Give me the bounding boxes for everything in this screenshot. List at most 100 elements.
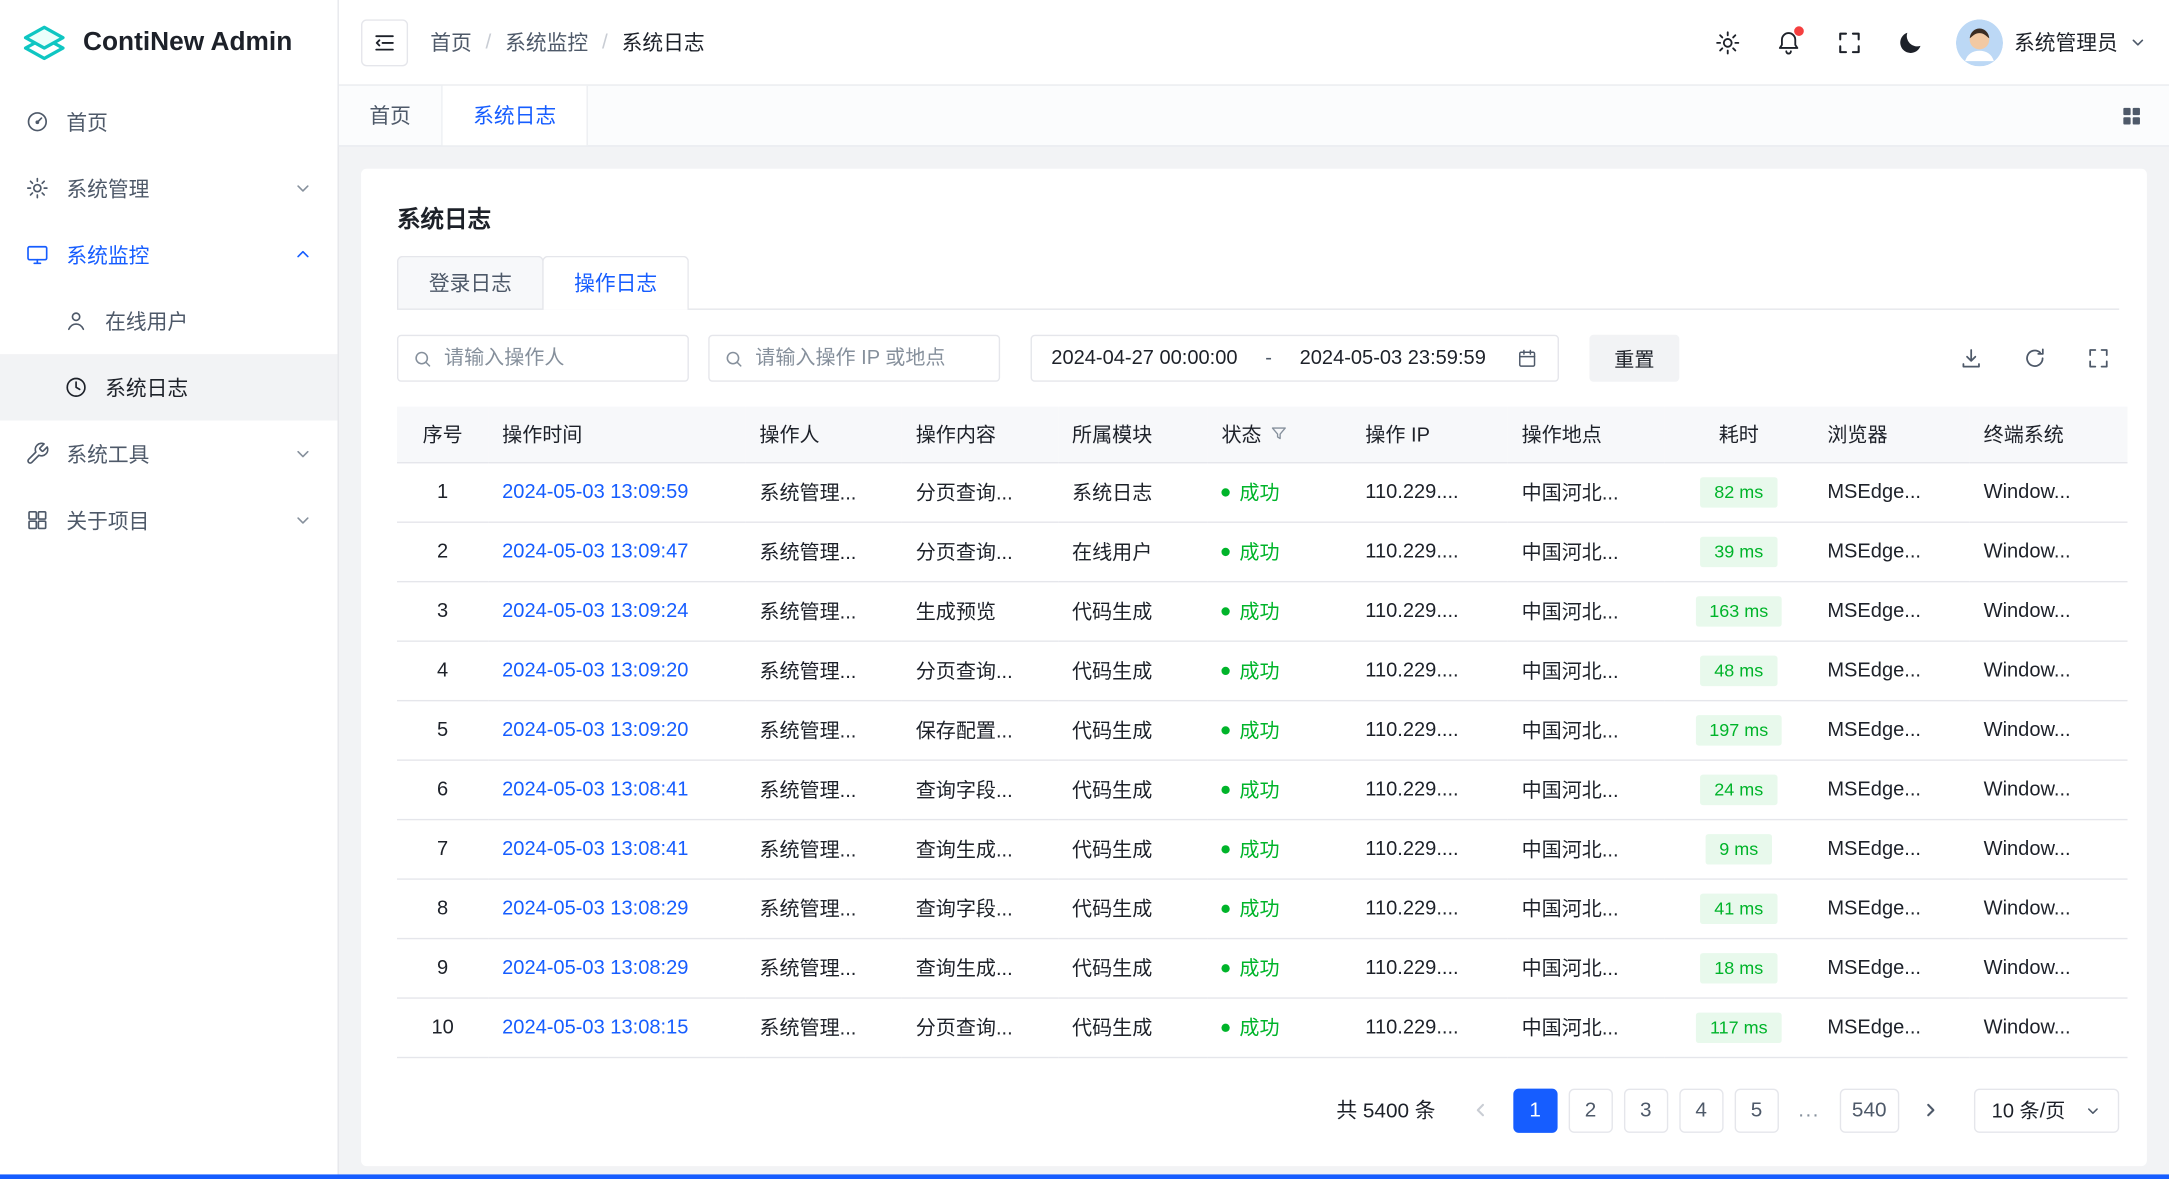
cell-duration: 82 ms xyxy=(1664,462,1813,521)
settings-icon[interactable] xyxy=(1712,27,1742,57)
app-title: ContiNew Admin xyxy=(83,28,292,58)
time-link[interactable]: 2024-05-03 13:08:15 xyxy=(502,1016,688,1038)
sidebar-item-system-management[interactable]: 系统管理 xyxy=(0,155,338,221)
time-link[interactable]: 2024-05-03 13:08:41 xyxy=(502,778,688,800)
cell-no: 1 xyxy=(397,462,488,521)
expand-icon[interactable] xyxy=(2078,338,2119,379)
sidebar-item-home[interactable]: 首页 xyxy=(0,89,338,155)
sidebar-item-online-users[interactable]: 在线用户 xyxy=(0,288,338,354)
sidebar-item-system-logs[interactable]: 系统日志 xyxy=(0,354,338,420)
time-link[interactable]: 2024-05-03 13:09:59 xyxy=(502,481,688,503)
cell-operator: 系统管理... xyxy=(746,997,902,1056)
pagination-ellipsis[interactable]: ... xyxy=(1790,1088,1829,1132)
cell-os: Window... xyxy=(1970,819,2128,878)
app-logo[interactable]: ContiNew Admin xyxy=(0,0,338,86)
time-link[interactable]: 2024-05-03 13:08:29 xyxy=(502,897,688,919)
sidebar-collapse-button[interactable] xyxy=(361,19,408,66)
cell-operator: 系统管理... xyxy=(746,522,902,581)
cell-ip: 110.229.... xyxy=(1351,522,1507,581)
cell-module: 代码生成 xyxy=(1058,759,1207,818)
cell-duration: 48 ms xyxy=(1664,640,1813,699)
pagination-page-3[interactable]: 3 xyxy=(1624,1088,1668,1132)
time-link[interactable]: 2024-05-03 13:09:20 xyxy=(502,659,688,681)
cell-browser: MSEdge... xyxy=(1813,522,1969,581)
status-badge: 成功 xyxy=(1221,477,1279,506)
cell-status: 成功 xyxy=(1208,462,1352,521)
operator-search-input[interactable] xyxy=(444,347,674,369)
date-range-picker[interactable]: 2024-04-27 00:00:00 - 2024-05-03 23:59:5… xyxy=(1031,335,1559,382)
fullscreen-icon[interactable] xyxy=(1834,27,1864,57)
cell-location: 中国河北... xyxy=(1508,878,1664,937)
time-link[interactable]: 2024-05-03 13:08:29 xyxy=(502,957,688,979)
page-tabbar: 首页 系统日志 xyxy=(339,86,2169,147)
pagination-prev-button[interactable] xyxy=(1460,1088,1501,1132)
sidebar-item-system-monitor[interactable]: 系统监控 xyxy=(0,221,338,287)
cell-browser: MSEdge... xyxy=(1813,997,1969,1056)
search-icon xyxy=(723,348,744,369)
breadcrumb-separator: / xyxy=(602,30,608,54)
page-size-select[interactable]: 10 条/页 xyxy=(1974,1088,2120,1132)
cell-status: 成功 xyxy=(1208,640,1352,699)
filter-funnel-icon[interactable] xyxy=(1270,425,1288,443)
ip-search-field[interactable] xyxy=(708,335,1000,382)
ip-search-input[interactable] xyxy=(755,347,985,369)
download-icon[interactable] xyxy=(1950,338,1991,379)
refresh-icon[interactable] xyxy=(2014,338,2055,379)
cell-time: 2024-05-03 13:08:41 xyxy=(488,819,745,878)
cell-location: 中国河北... xyxy=(1508,522,1664,581)
pagination-page-2[interactable]: 2 xyxy=(1568,1088,1612,1132)
notifications-icon[interactable] xyxy=(1773,27,1803,57)
sidebar-item-label: 在线用户 xyxy=(105,306,188,335)
col-operator: 操作人 xyxy=(746,407,902,462)
duration-badge: 48 ms xyxy=(1700,655,1777,685)
tab-home[interactable]: 首页 xyxy=(339,86,443,145)
cell-os: Window... xyxy=(1970,878,2128,937)
cell-time: 2024-05-03 13:08:29 xyxy=(488,938,745,997)
dark-mode-icon[interactable] xyxy=(1895,27,1925,57)
duration-badge: 163 ms xyxy=(1695,596,1782,626)
sidebar-item-system-tools[interactable]: 系统工具 xyxy=(0,421,338,487)
table-row: 22024-05-03 13:09:47系统管理...分页查询...在线用户成功… xyxy=(397,522,2127,581)
chevron-down-icon xyxy=(2129,33,2147,51)
pagination-page-1[interactable]: 1 xyxy=(1513,1088,1557,1132)
tab-login-log[interactable]: 登录日志 xyxy=(397,256,544,309)
operator-search-field[interactable] xyxy=(397,335,689,382)
pagination-next-button[interactable] xyxy=(1910,1088,1951,1132)
cell-operator: 系统管理... xyxy=(746,581,902,640)
tab-list-icon[interactable] xyxy=(2119,103,2144,128)
pagination-page-4[interactable]: 4 xyxy=(1679,1088,1723,1132)
sidebar-item-about[interactable]: 关于项目 xyxy=(0,487,338,553)
cell-browser: MSEdge... xyxy=(1813,640,1969,699)
menu-fold-icon xyxy=(372,30,397,55)
reset-button[interactable]: 重置 xyxy=(1589,335,1679,382)
user-menu[interactable]: 系统管理员 xyxy=(1956,19,2147,66)
time-link[interactable]: 2024-05-03 13:09:24 xyxy=(502,600,688,622)
time-link[interactable]: 2024-05-03 13:09:47 xyxy=(502,540,688,562)
status-dot xyxy=(1221,547,1229,555)
table-row: 32024-05-03 13:09:24系统管理...生成预览代码生成成功110… xyxy=(397,581,2127,640)
calendar-icon xyxy=(1516,347,1538,369)
cell-duration: 24 ms xyxy=(1664,759,1813,818)
time-link[interactable]: 2024-05-03 13:08:41 xyxy=(502,838,688,860)
col-os: 终端系统 xyxy=(1970,407,2128,462)
cell-no: 5 xyxy=(397,700,488,759)
cell-os: Window... xyxy=(1970,759,2128,818)
time-link[interactable]: 2024-05-03 13:09:20 xyxy=(502,719,688,741)
tab-system-logs[interactable]: 系统日志 xyxy=(443,86,588,145)
duration-badge: 82 ms xyxy=(1700,477,1777,507)
cell-no: 10 xyxy=(397,997,488,1056)
cell-os: Window... xyxy=(1970,581,2128,640)
pagination-page-540[interactable]: 540 xyxy=(1839,1088,1899,1132)
cell-module: 代码生成 xyxy=(1058,581,1207,640)
tab-operation-log[interactable]: 操作日志 xyxy=(542,256,689,309)
breadcrumb-home[interactable]: 首页 xyxy=(430,28,472,57)
cell-time: 2024-05-03 13:09:59 xyxy=(488,462,745,521)
breadcrumb-current: 系统日志 xyxy=(622,28,705,57)
status-badge: 成功 xyxy=(1221,537,1279,566)
breadcrumb-system-monitor[interactable]: 系统监控 xyxy=(505,28,588,57)
sidebar-item-label: 系统管理 xyxy=(66,174,149,203)
pagination-page-5[interactable]: 5 xyxy=(1734,1088,1778,1132)
cell-module: 代码生成 xyxy=(1058,700,1207,759)
cell-duration: 18 ms xyxy=(1664,938,1813,997)
chevron-down-icon xyxy=(293,178,312,197)
